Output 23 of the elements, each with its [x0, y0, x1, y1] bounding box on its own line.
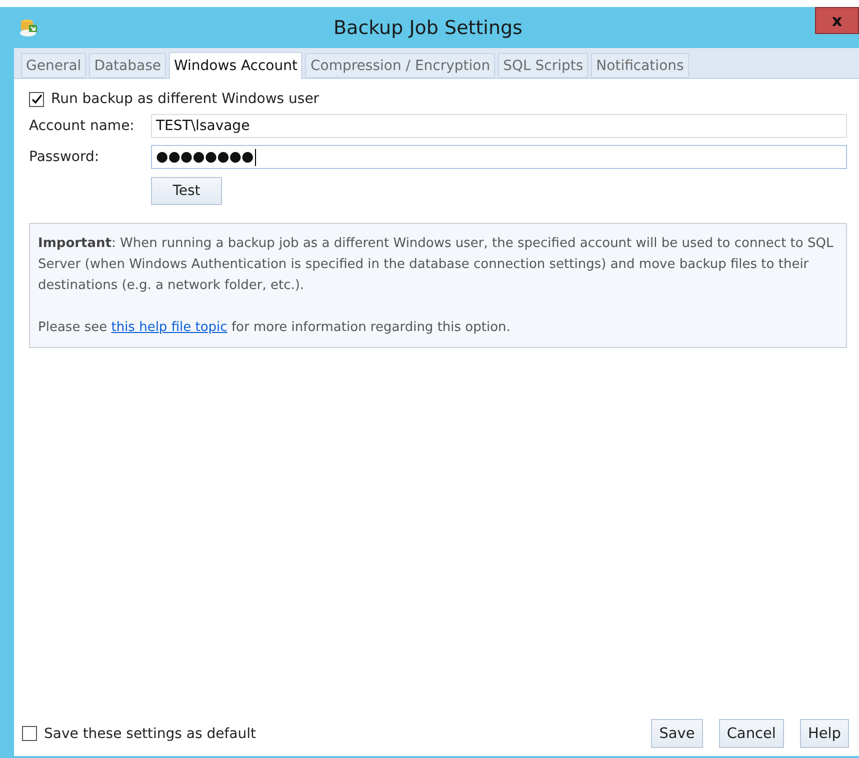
field-label: Account name:: [29, 118, 136, 134]
checkbox[interactable]: [29, 92, 44, 106]
dialog-button[interactable]: Save: [651, 719, 703, 748]
window-title: Backup Job Settings: [332, 16, 524, 38]
tab[interactable]: General: [21, 53, 86, 78]
checkbox[interactable]: [22, 726, 37, 741]
info-paragraph: Important: When running a backup job as a different Windows user, the specified account will be used to connect to SQL Server (when Windows Authentication is specified in the database connection settings) and move backup files to their destinations (e.g. a network folder, etc.).: [38, 235, 834, 295]
tab[interactable]: Windows Account: [169, 52, 302, 79]
test-button[interactable]: Test: [151, 177, 222, 205]
tab[interactable]: Database: [89, 53, 166, 78]
tab[interactable]: SQL Scripts: [498, 53, 588, 78]
input-field[interactable]: ●●●●●●●●: [151, 145, 847, 169]
input-field[interactable]: TEST\lsavage: [151, 114, 847, 138]
dialog-button[interactable]: Cancel: [718, 719, 784, 748]
help-sentence: Please see this help file topic for more information regarding this option.: [38, 319, 512, 337]
checkbox-label: Run backup as different Windows user: [51, 91, 320, 107]
help-link[interactable]: this help file topic: [111, 320, 228, 335]
tab[interactable]: Compression / Encryption: [305, 53, 496, 78]
close-button[interactable]: x: [815, 7, 859, 34]
checkbox-label: Save these settings as default: [44, 726, 256, 742]
tab[interactable]: Notifications: [591, 53, 689, 78]
dialog-button[interactable]: Help: [800, 719, 849, 748]
field-label: Password:: [29, 149, 100, 165]
